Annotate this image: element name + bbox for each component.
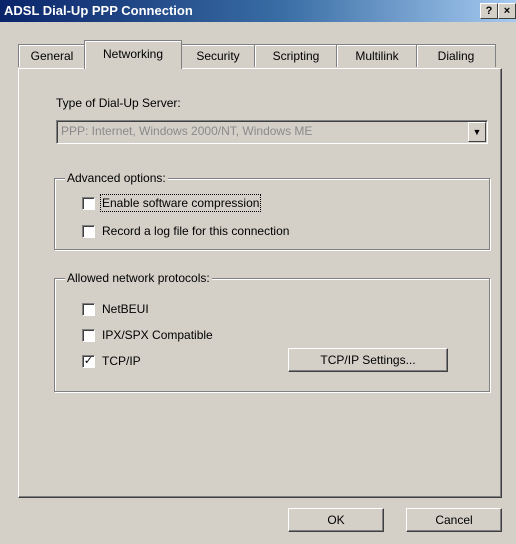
tcpip-label[interactable]: TCP/IP (102, 354, 141, 368)
close-button[interactable]: × (498, 3, 516, 19)
netbeui-label[interactable]: NetBEUI (102, 302, 149, 316)
checkbox-box[interactable] (82, 225, 95, 238)
chevron-down-icon[interactable]: ▼ (468, 122, 486, 142)
tab-dialing[interactable]: Dialing (416, 44, 496, 67)
tab-general[interactable]: General (18, 44, 86, 67)
network-protocols-title: Allowed network protocols: (65, 271, 212, 285)
title-bar: ADSL Dial-Up PPP Connection ? × (0, 0, 516, 22)
checkbox-box[interactable] (82, 329, 95, 342)
server-type-value: PPP: Internet, Windows 2000/NT, Windows … (61, 124, 313, 138)
help-button[interactable]: ? (480, 3, 498, 19)
server-type-select[interactable]: PPP: Internet, Windows 2000/NT, Windows … (56, 120, 488, 144)
cancel-button[interactable]: Cancel (406, 508, 502, 532)
ok-button[interactable]: OK (288, 508, 384, 532)
checkmark-icon[interactable]: ✓ (82, 355, 95, 368)
ipx-spx-label[interactable]: IPX/SPX Compatible (102, 328, 213, 342)
tab-multilink[interactable]: Multilink (336, 44, 418, 67)
record-log-label[interactable]: Record a log file for this connection (102, 224, 289, 238)
server-type-label: Type of Dial-Up Server: (56, 96, 181, 110)
software-compression-label[interactable]: Enable software compression (99, 194, 262, 212)
advanced-options-group: Advanced options: (54, 171, 490, 250)
tcpip-settings-button[interactable]: TCP/IP Settings... (288, 348, 448, 372)
checkbox-box[interactable] (82, 303, 95, 316)
tab-networking[interactable]: Networking (84, 40, 182, 69)
window-title: ADSL Dial-Up PPP Connection (4, 3, 193, 18)
tab-scripting[interactable]: Scripting (254, 44, 338, 67)
checkbox-box[interactable] (82, 197, 95, 210)
advanced-options-title: Advanced options: (65, 171, 168, 185)
tab-security[interactable]: Security (180, 44, 256, 67)
